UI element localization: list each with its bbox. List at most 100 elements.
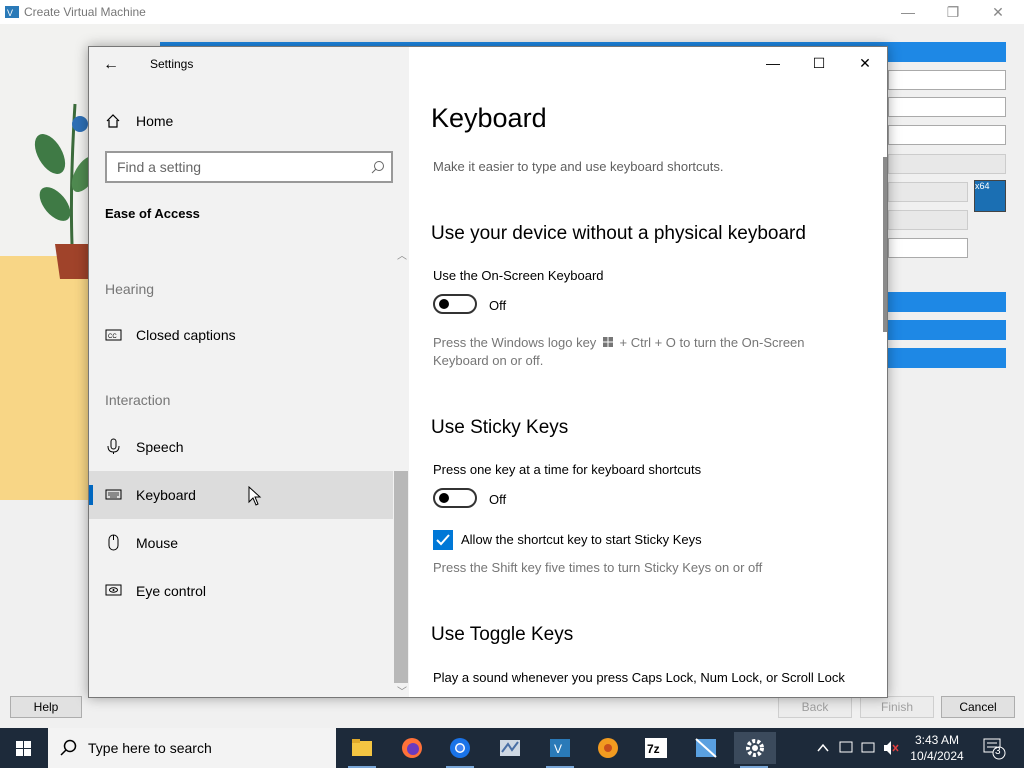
vmware-icon: V <box>550 739 570 757</box>
toggle-knob <box>439 299 449 309</box>
nav-home[interactable]: Home <box>89 105 409 137</box>
7zip-icon: 7z <box>645 738 667 758</box>
toggle-keys-label: Play a sound whenever you press Caps Loc… <box>433 670 845 685</box>
nav-item-closed-captions[interactable]: CC Closed captions <box>89 311 393 359</box>
start-button[interactable] <box>0 728 48 768</box>
chrome-icon <box>450 738 470 758</box>
sticky-keys-toggle[interactable] <box>433 488 477 508</box>
media-player-icon <box>598 738 618 758</box>
clock-time: 3:43 AM <box>914 733 960 747</box>
settings-title: Settings <box>150 57 194 71</box>
sticky-keys-hint: Press the Shift key five times to turn S… <box>433 560 763 575</box>
search-icon <box>60 739 77 756</box>
section-heading: Use your device without a physical keybo… <box>431 223 806 244</box>
back-arrow-icon[interactable]: ← <box>103 55 123 75</box>
nav-item-label: Eye control <box>136 583 207 599</box>
network-app-taskbar-button[interactable] <box>490 732 530 764</box>
svg-text:V: V <box>7 8 13 18</box>
os-badge-icon: x64 <box>974 180 1006 212</box>
system-tray <box>812 728 902 768</box>
nav-section-ease-of-access: Ease of Access <box>105 206 200 221</box>
toggle-knob <box>439 493 449 503</box>
7zip-taskbar-button[interactable]: 7z <box>636 732 676 764</box>
notification-count: 3 <box>995 746 1001 757</box>
home-icon <box>106 114 120 128</box>
restore-icon[interactable]: ❐ <box>943 2 963 22</box>
taskbar-search-placeholder: Type here to search <box>88 740 212 756</box>
nav-item-label: Mouse <box>136 535 179 551</box>
nav-scroll-thumb[interactable] <box>394 471 408 683</box>
sticky-keys-shortcut-checkbox[interactable] <box>433 530 453 550</box>
nav-group-hearing: Hearing <box>105 281 155 297</box>
toggle-state: Off <box>489 492 507 507</box>
windows-start-icon <box>16 741 31 756</box>
wizard-blue-row-2 <box>888 320 1006 340</box>
gear-icon <box>746 739 764 757</box>
vlc-taskbar-button[interactable] <box>588 732 628 764</box>
settings-window: ← Settings Home Find a setting Ease of A… <box>88 46 888 698</box>
nav-item-label: Keyboard <box>136 487 196 503</box>
scroll-down-icon[interactable]: ﹀ <box>397 683 407 697</box>
clock-date: 10/4/2024 <box>910 749 964 763</box>
on-screen-keyboard-hint: Press the Windows logo key + Ctrl + O to… <box>433 334 853 370</box>
toggle-state: Off <box>489 298 507 313</box>
wizard-name-field[interactable] <box>888 70 1006 90</box>
keyboard-icon <box>105 489 122 500</box>
maximize-icon[interactable]: ☐ <box>807 53 831 73</box>
nav-item-label: Closed captions <box>136 327 236 343</box>
wizard-select-4[interactable] <box>888 182 968 202</box>
nav-item-eye-control[interactable]: Eye control <box>89 567 393 615</box>
wizard-select-2[interactable] <box>888 125 1006 145</box>
firefox-taskbar-button[interactable] <box>392 732 432 764</box>
nav-item-keyboard[interactable]: Keyboard <box>89 471 393 519</box>
nav-item-mouse[interactable]: Mouse <box>89 519 393 567</box>
minimize-icon[interactable]: — <box>761 53 785 73</box>
folder-icon <box>352 739 372 756</box>
minimize-icon[interactable]: — <box>898 2 918 22</box>
windows-logo-icon <box>602 337 613 347</box>
page-title: Keyboard <box>431 103 547 133</box>
taskbar-clock[interactable]: 3:43 AM 10/4/2024 <box>904 732 970 764</box>
nav-item-speech[interactable]: Speech <box>89 423 393 471</box>
wizard-blue-row-3 <box>888 348 1006 368</box>
content-scrollbar[interactable] <box>883 157 887 332</box>
help-button[interactable]: Help <box>10 696 82 718</box>
close-icon[interactable]: ✕ <box>988 2 1008 22</box>
nav-home-label: Home <box>136 113 174 129</box>
scroll-up-icon[interactable]: ︿ <box>397 247 407 262</box>
nav-item-label: Speech <box>136 439 184 455</box>
on-screen-keyboard-toggle[interactable] <box>433 294 477 314</box>
search-icon <box>371 161 384 174</box>
create-vm-title: Create Virtual Machine <box>24 5 146 19</box>
chrome-taskbar-button[interactable] <box>440 732 480 768</box>
sticky-keys-shortcut-label: Allow the shortcut key to start Sticky K… <box>461 532 702 547</box>
sticky-keys-label: Press one key at a time for keyboard sho… <box>433 462 702 477</box>
notification-center-button[interactable]: 3 <box>980 728 1010 768</box>
file-explorer-taskbar-button[interactable] <box>342 732 382 768</box>
xp-mode-taskbar-button[interactable] <box>686 732 726 764</box>
microphone-icon <box>107 438 120 454</box>
os-badge-text: x64 <box>975 181 990 191</box>
wizard-select-5[interactable] <box>888 210 968 230</box>
section-heading: Use Toggle Keys <box>431 624 574 645</box>
taskbar: Type here to search V 7z 3:43 AM 10/4/20… <box>0 728 1024 768</box>
vmware-taskbar-button[interactable]: V <box>540 732 580 768</box>
checkmark-icon <box>436 534 450 546</box>
mouse-icon <box>108 534 119 551</box>
network-app-icon <box>500 740 520 756</box>
finish-button[interactable]: Finish <box>860 696 934 718</box>
find-setting-input[interactable]: Find a setting <box>105 151 393 183</box>
cancel-button[interactable]: Cancel <box>941 696 1015 718</box>
nav-scrollbar[interactable]: ︿ ﹀ <box>393 247 409 697</box>
wizard-select-3[interactable] <box>888 154 1006 174</box>
taskbar-search-box[interactable]: Type here to search <box>48 728 336 768</box>
wizard-select-6[interactable] <box>888 238 968 258</box>
vmware-logo-icon: V <box>5 6 19 18</box>
selection-indicator <box>89 485 93 505</box>
wizard-select-1[interactable] <box>888 97 1006 117</box>
system-tray-icons <box>817 741 899 755</box>
back-button[interactable]: Back <box>778 696 852 718</box>
settings-taskbar-button[interactable] <box>734 732 776 768</box>
close-icon[interactable]: ✕ <box>853 53 877 73</box>
hint-text: Press the Windows logo key <box>433 335 597 350</box>
